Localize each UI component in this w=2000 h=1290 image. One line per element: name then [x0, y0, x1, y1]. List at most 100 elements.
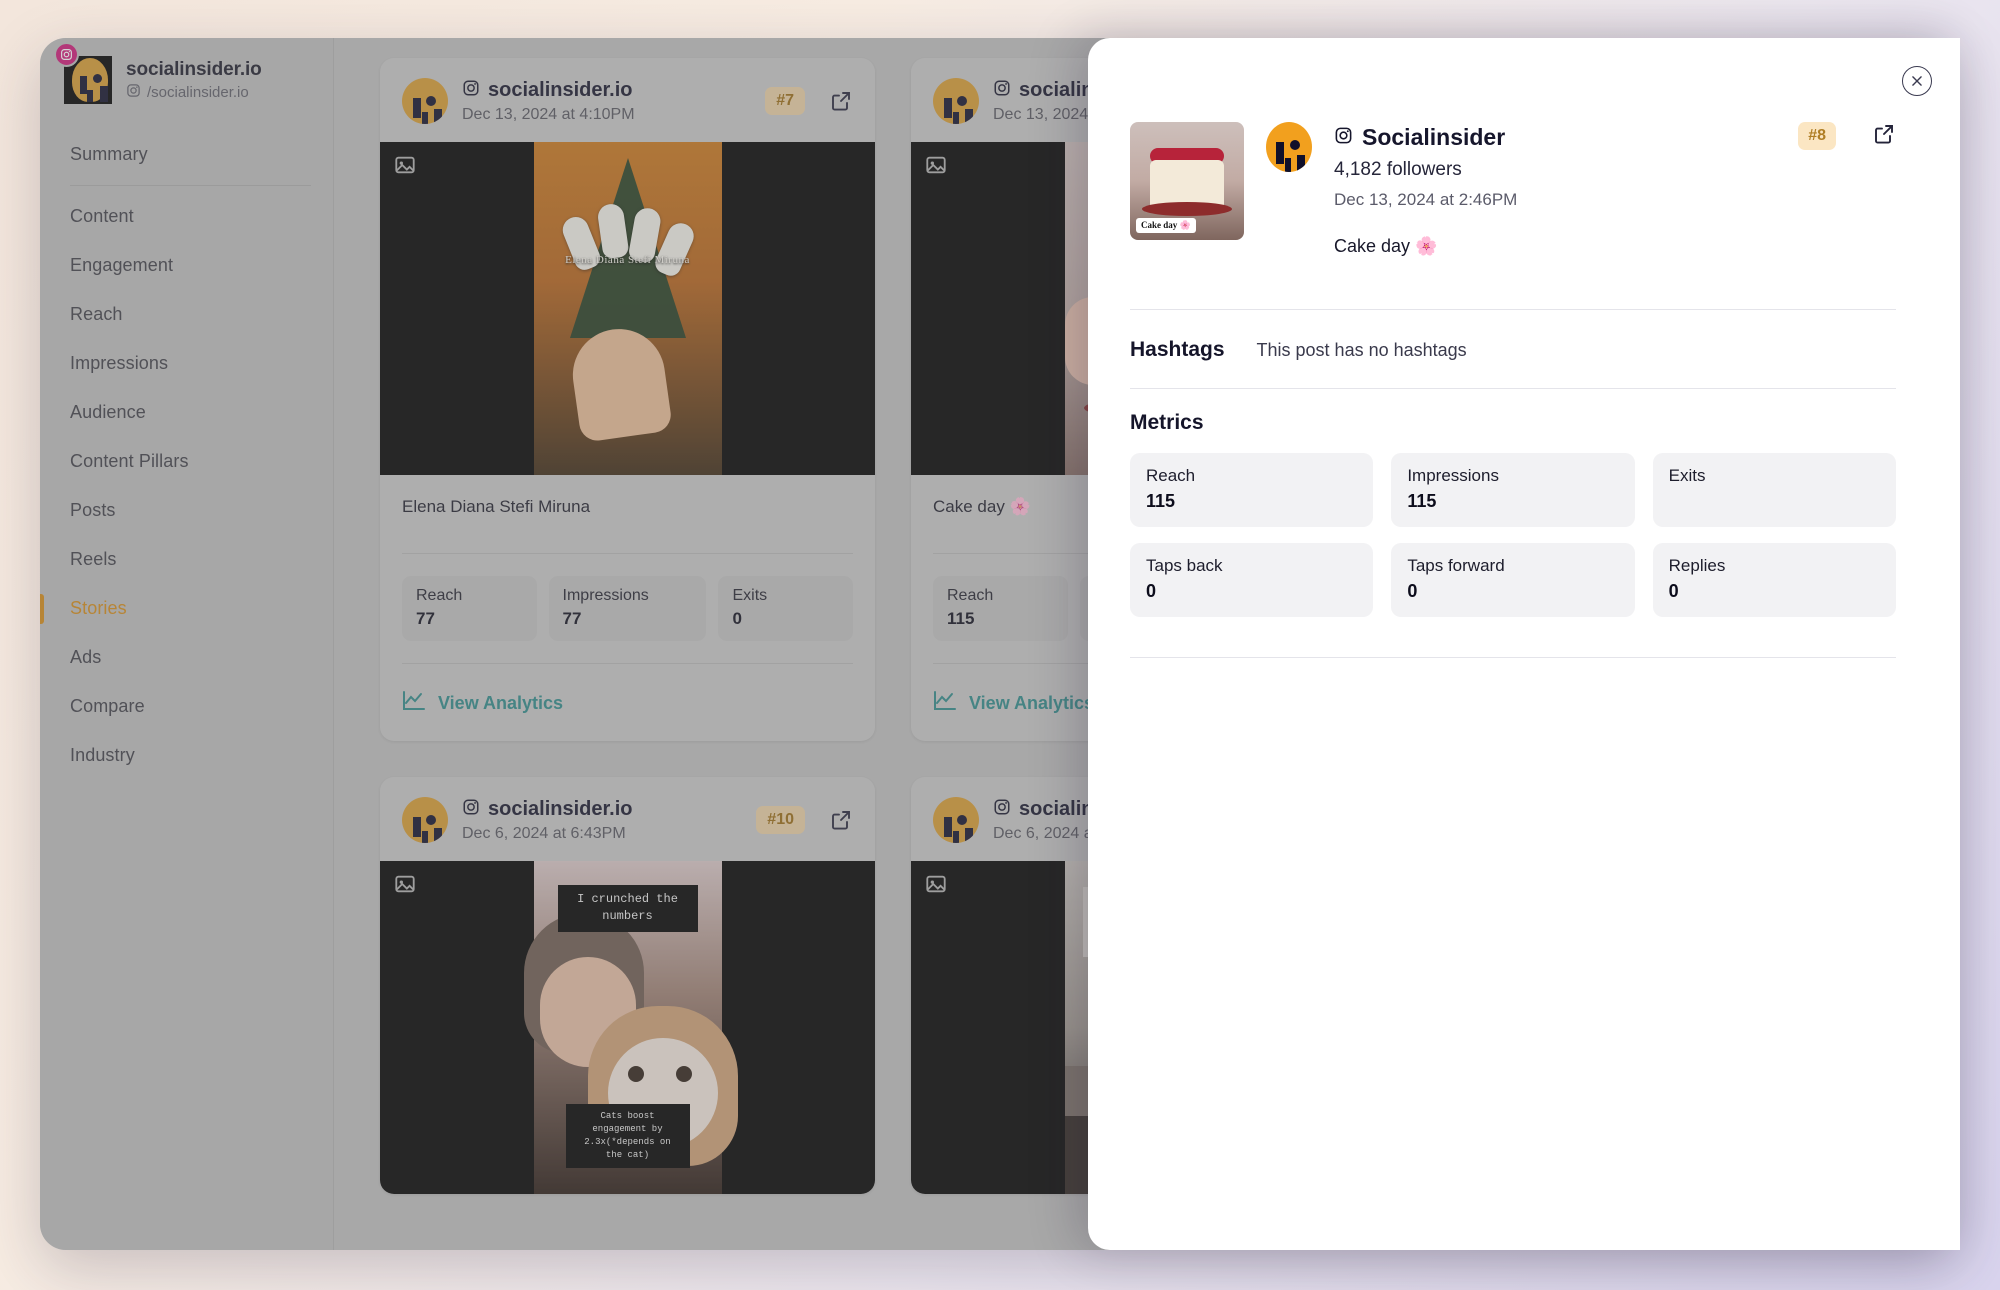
image-icon — [394, 154, 416, 174]
sidebar: socialinsider.io /socialinsider.io Summa… — [40, 38, 334, 1250]
view-analytics-button[interactable]: View Analytics — [380, 664, 875, 741]
modal-metrics-grid: Reach 115 Impressions 115 Exits Taps bac… — [1130, 453, 1896, 617]
external-link-icon[interactable] — [829, 89, 853, 113]
card-account: socialinsider.io — [462, 79, 751, 103]
modal-followers: 4,182 followers — [1334, 159, 1462, 180]
hashtags-section: Hashtags This post has no hashtags — [1130, 310, 1896, 388]
metric-value: 0 — [732, 609, 742, 628]
card-metrics: Reach 77 Impressions 77 Exits 0 — [380, 554, 875, 641]
metric-label: Reach — [416, 587, 463, 604]
sidebar-item-reels[interactable]: Reels — [40, 535, 333, 584]
image-icon — [394, 873, 416, 893]
card-header: socialinsider.io Dec 13, 2024 at 4:10PM … — [380, 58, 875, 142]
metric-label: Reach — [1146, 466, 1196, 485]
instagram-icon — [993, 79, 1011, 103]
metric-taps-forward: Taps forward 0 — [1391, 543, 1635, 617]
brand-handle-text: /socialinsider.io — [147, 83, 249, 101]
sidebar-divider — [70, 185, 311, 186]
modal-account: Socialinsider — [1334, 124, 1776, 151]
metric-label: Exits — [1668, 466, 1706, 485]
sidebar-item-content[interactable]: Content — [40, 192, 333, 241]
instagram-icon — [1334, 124, 1353, 151]
metric-label: Taps back — [1146, 556, 1223, 575]
card-account-name: socialinsider.io — [488, 798, 633, 820]
sidebar-item-reach[interactable]: Reach — [40, 290, 333, 339]
sidebar-item-engagement[interactable]: Engagement — [40, 241, 333, 290]
avatar — [933, 797, 979, 843]
metric-label: Taps forward — [1407, 556, 1505, 575]
sidebar-item-summary[interactable]: Summary — [40, 130, 333, 179]
divider — [1130, 657, 1896, 658]
card-header: socialinsider.io Dec 6, 2024 at 6:43PM #… — [380, 777, 875, 861]
metric-reach: Reach 115 — [1130, 453, 1374, 527]
metric-value: 0 — [1668, 581, 1679, 601]
modal-header: Cake day 🌸 Socialinsider 4,182 followers… — [1130, 122, 1896, 257]
view-analytics-label: View Analytics — [969, 693, 1095, 713]
hashtags-title: Hashtags — [1130, 338, 1225, 361]
card-account: socialinsider.io — [462, 798, 742, 822]
image-icon — [925, 154, 947, 174]
metric-reach: Reach 77 — [402, 576, 537, 641]
close-icon[interactable] — [1902, 66, 1932, 96]
metric-label: Impressions — [1407, 466, 1499, 485]
chart-line-icon — [402, 690, 426, 717]
card-date: Dec 13, 2024 at 4:10PM — [462, 105, 635, 123]
metric-value: 115 — [1407, 491, 1437, 511]
sidebar-item-industry[interactable]: Industry — [40, 731, 333, 780]
view-analytics-label: View Analytics — [438, 693, 564, 713]
rank-badge: #8 — [1798, 122, 1836, 150]
instagram-icon — [462, 798, 480, 822]
story-overlay-text: Elena Diana Stefi Miruna — [565, 254, 690, 266]
metric-reach: Reach 115 — [933, 576, 1068, 641]
modal-date: Dec 13, 2024 at 2:46PM — [1334, 190, 1518, 209]
sidebar-item-stories[interactable]: Stories — [40, 584, 333, 633]
story-overlay-top: I crunched the numbers — [557, 885, 698, 932]
sidebar-item-ads[interactable]: Ads — [40, 633, 333, 682]
sidebar-nav: Summary Content Engagement Reach Impress… — [40, 130, 333, 780]
rank-badge: #7 — [765, 87, 805, 115]
sidebar-item-compare[interactable]: Compare — [40, 682, 333, 731]
modal-caption: Cake day 🌸 — [1334, 236, 1438, 256]
thumbnail-chip-label: Cake day 🌸 — [1136, 218, 1196, 233]
card-caption: Elena Diana Stefi Miruna — [402, 497, 591, 516]
card-date: Dec 6, 2024 at 6:43PM — [462, 824, 626, 842]
story-overlay-bottom: Cats boost engagement by 2.3x(*depends o… — [565, 1103, 690, 1168]
story-thumbnail[interactable]: Cake day 🌸 — [1130, 122, 1244, 240]
metric-taps-back: Taps back 0 — [1130, 543, 1374, 617]
brand-header: socialinsider.io /socialinsider.io — [40, 38, 333, 104]
story-card[interactable]: socialinsider.io Dec 13, 2024 at 4:10PM … — [380, 58, 875, 741]
sidebar-item-content-pillars[interactable]: Content Pillars — [40, 437, 333, 486]
brand-handle: /socialinsider.io — [126, 83, 262, 102]
instagram-small-icon — [126, 83, 141, 102]
avatar — [933, 78, 979, 124]
metric-impressions: Impressions 77 — [548, 576, 707, 641]
avatar — [1266, 122, 1312, 172]
sidebar-item-impressions[interactable]: Impressions — [40, 339, 333, 388]
story-detail-modal: Cake day 🌸 Socialinsider 4,182 followers… — [1088, 38, 1960, 1250]
metric-value: 0 — [1407, 581, 1418, 601]
avatar — [402, 797, 448, 843]
metric-label: Exits — [732, 587, 768, 604]
metric-replies: Replies 0 — [1652, 543, 1896, 617]
metric-exits: Exits 0 — [718, 576, 853, 641]
brand-name: socialinsider.io — [126, 58, 262, 80]
metric-value — [1669, 491, 1880, 512]
sidebar-item-posts[interactable]: Posts — [40, 486, 333, 535]
metric-value: 77 — [562, 609, 582, 628]
chart-line-icon — [933, 690, 957, 717]
image-icon — [925, 873, 947, 893]
external-link-icon[interactable] — [829, 808, 853, 832]
external-link-icon[interactable] — [1872, 122, 1896, 146]
story-media[interactable]: Elena Diana Stefi Miruna — [380, 142, 875, 475]
instagram-icon — [993, 798, 1011, 822]
metric-label: Impressions — [562, 587, 649, 604]
metric-value: 115 — [1146, 491, 1176, 511]
instagram-icon — [54, 42, 79, 67]
instagram-icon — [462, 79, 480, 103]
metric-label: Replies — [1668, 556, 1726, 575]
story-media[interactable]: I crunched the numbers Cats boost engage… — [380, 861, 875, 1194]
card-account-name: socialinsider.io — [488, 79, 633, 101]
metric-value: 0 — [1146, 581, 1157, 601]
story-card[interactable]: socialinsider.io Dec 6, 2024 at 6:43PM #… — [380, 777, 875, 1194]
sidebar-item-audience[interactable]: Audience — [40, 388, 333, 437]
